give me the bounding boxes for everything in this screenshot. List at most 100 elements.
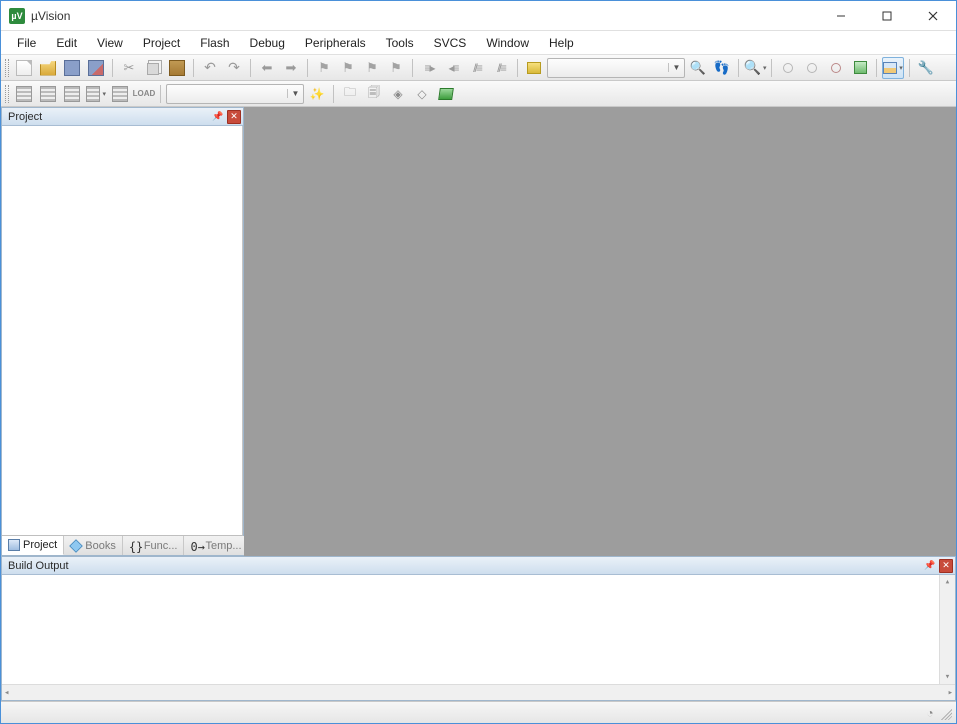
nav-back-button[interactable]: ⬅	[256, 57, 278, 79]
project-panel-title: Project	[8, 111, 42, 123]
menu-tools[interactable]: Tools	[376, 33, 424, 53]
cut-button[interactable]: ✂	[118, 57, 140, 79]
undo-button[interactable]: ↶	[199, 57, 221, 79]
minimize-button[interactable]	[818, 1, 864, 31]
batch-build-button[interactable]	[85, 83, 107, 105]
stop-build-button[interactable]	[109, 83, 131, 105]
vertical-scrollbar[interactable]: ▴ ▾	[939, 575, 955, 684]
redo-button[interactable]: ↷	[223, 57, 245, 79]
build-output-text[interactable]: ▴ ▾ ◂ ▸	[2, 575, 955, 700]
outdent-button[interactable]: ◂≡	[442, 57, 464, 79]
toolbar-separator	[193, 59, 194, 77]
rebuild-button[interactable]	[61, 83, 83, 105]
menu-help[interactable]: Help	[539, 33, 584, 53]
toolbar-grip[interactable]	[5, 85, 9, 103]
file-extensions-button[interactable]: 🗐	[363, 83, 385, 105]
chevron-down-icon: ▼	[668, 63, 684, 72]
bookmark-toggle-button[interactable]: ⚑	[313, 57, 335, 79]
breakpoint-insert-button[interactable]	[777, 57, 799, 79]
bookmark-clear-button[interactable]: ⚑	[385, 57, 407, 79]
pin-icon[interactable]: 📌	[211, 110, 225, 124]
menu-flash[interactable]: Flash	[190, 33, 239, 53]
tab-books-label: Books	[85, 540, 116, 552]
bookmark-prev-button[interactable]: ⚑	[337, 57, 359, 79]
tab-project[interactable]: Project	[2, 536, 64, 555]
debug-session-button[interactable]: 🔍	[744, 57, 766, 79]
resize-grip[interactable]	[938, 706, 952, 720]
toolbar-separator	[517, 59, 518, 77]
tab-templates[interactable]: 0→ Temp...	[184, 536, 248, 555]
find-button[interactable]: 🔍	[687, 57, 709, 79]
translate-button[interactable]	[13, 83, 35, 105]
toolbar-separator	[250, 59, 251, 77]
menu-debug[interactable]: Debug	[240, 33, 295, 53]
copy-button[interactable]	[142, 57, 164, 79]
nav-forward-button[interactable]: ➡	[280, 57, 302, 79]
incremental-find-button[interactable]: 👣	[711, 57, 733, 79]
scroll-down-icon: ▾	[945, 672, 950, 682]
select-packs-button[interactable]: ◇	[411, 83, 433, 105]
menu-view[interactable]: View	[87, 33, 133, 53]
download-button[interactable]: LOAD	[133, 83, 155, 105]
maximize-button[interactable]	[864, 1, 910, 31]
menu-file[interactable]: File	[7, 33, 46, 53]
project-panel-tabs: Project Books {} Func... 0→ Temp...	[2, 535, 243, 555]
menu-edit[interactable]: Edit	[46, 33, 87, 53]
build-button[interactable]	[37, 83, 59, 105]
pin-icon[interactable]: 📌	[923, 559, 937, 573]
manage-project-items-button[interactable]: 🗀	[339, 83, 361, 105]
toolbar-separator	[307, 59, 308, 77]
project-panel-titlebar[interactable]: Project 📌 ✕	[2, 108, 243, 126]
tab-books[interactable]: Books	[64, 536, 123, 555]
toolbar-separator	[412, 59, 413, 77]
project-tree[interactable]	[2, 126, 243, 535]
manage-books-button[interactable]: ◈	[387, 83, 409, 105]
build-output-titlebar[interactable]: Build Output 📌 ✕	[2, 557, 955, 575]
toolbar-separator	[112, 59, 113, 77]
breakpoint-enable-button[interactable]	[801, 57, 823, 79]
build-output-title: Build Output	[8, 560, 69, 572]
toolbar-grip[interactable]	[5, 59, 9, 77]
bookmark-next-button[interactable]: ⚑	[361, 57, 383, 79]
menu-peripherals[interactable]: Peripherals	[295, 33, 376, 53]
save-button[interactable]	[61, 57, 83, 79]
tab-functions[interactable]: {} Func...	[123, 536, 185, 555]
comment-button[interactable]: //≡	[466, 57, 488, 79]
close-button[interactable]	[910, 1, 956, 31]
title-bar: µV µVision	[1, 1, 956, 31]
breakpoint-disable-button[interactable]	[825, 57, 847, 79]
configure-button[interactable]: 🔧	[915, 57, 937, 79]
build-toolbar: LOAD ▼ ✨ 🗀 🗐 ◈ ◇	[1, 81, 956, 107]
uncomment-button[interactable]: //≡	[490, 57, 512, 79]
indent-button[interactable]: ≡▸	[418, 57, 440, 79]
save-all-button[interactable]	[85, 57, 107, 79]
build-output-panel: Build Output 📌 ✕ ▴ ▾ ◂ ▸	[1, 556, 956, 701]
scroll-up-icon: ▴	[945, 577, 950, 587]
open-file-button[interactable]	[37, 57, 59, 79]
breakpoint-kill-button[interactable]	[849, 57, 871, 79]
menu-svcs[interactable]: SVCS	[424, 33, 477, 53]
toolbar-separator	[333, 85, 334, 103]
workspace: Project 📌 ✕ Project Books {} Func... 0→ …	[1, 107, 956, 556]
books-tab-icon	[69, 539, 83, 553]
horizontal-scrollbar[interactable]: ◂ ▸	[2, 684, 955, 700]
target-select-combo[interactable]: ▼	[166, 84, 304, 104]
window-title: µVision	[31, 9, 70, 23]
menu-project[interactable]: Project	[133, 33, 190, 53]
tab-functions-label: Func...	[144, 540, 178, 552]
target-options-button[interactable]: ✨	[306, 83, 328, 105]
menu-window[interactable]: Window	[476, 33, 539, 53]
manage-rte-button[interactable]	[435, 83, 457, 105]
chevron-down-icon: ▼	[287, 89, 303, 98]
panel-close-button[interactable]: ✕	[227, 110, 241, 124]
find-in-files-button[interactable]	[523, 57, 545, 79]
panel-close-button[interactable]: ✕	[939, 559, 953, 573]
project-panel: Project 📌 ✕ Project Books {} Func... 0→ …	[1, 107, 244, 556]
toolbar-separator	[738, 59, 739, 77]
find-combo[interactable]: ▼	[547, 58, 685, 78]
window-layout-button[interactable]	[882, 57, 904, 79]
paste-button[interactable]	[166, 57, 188, 79]
menu-bar: File Edit View Project Flash Debug Perip…	[1, 31, 956, 55]
new-file-button[interactable]	[13, 57, 35, 79]
status-indicator-icon: ◔	[922, 705, 938, 721]
